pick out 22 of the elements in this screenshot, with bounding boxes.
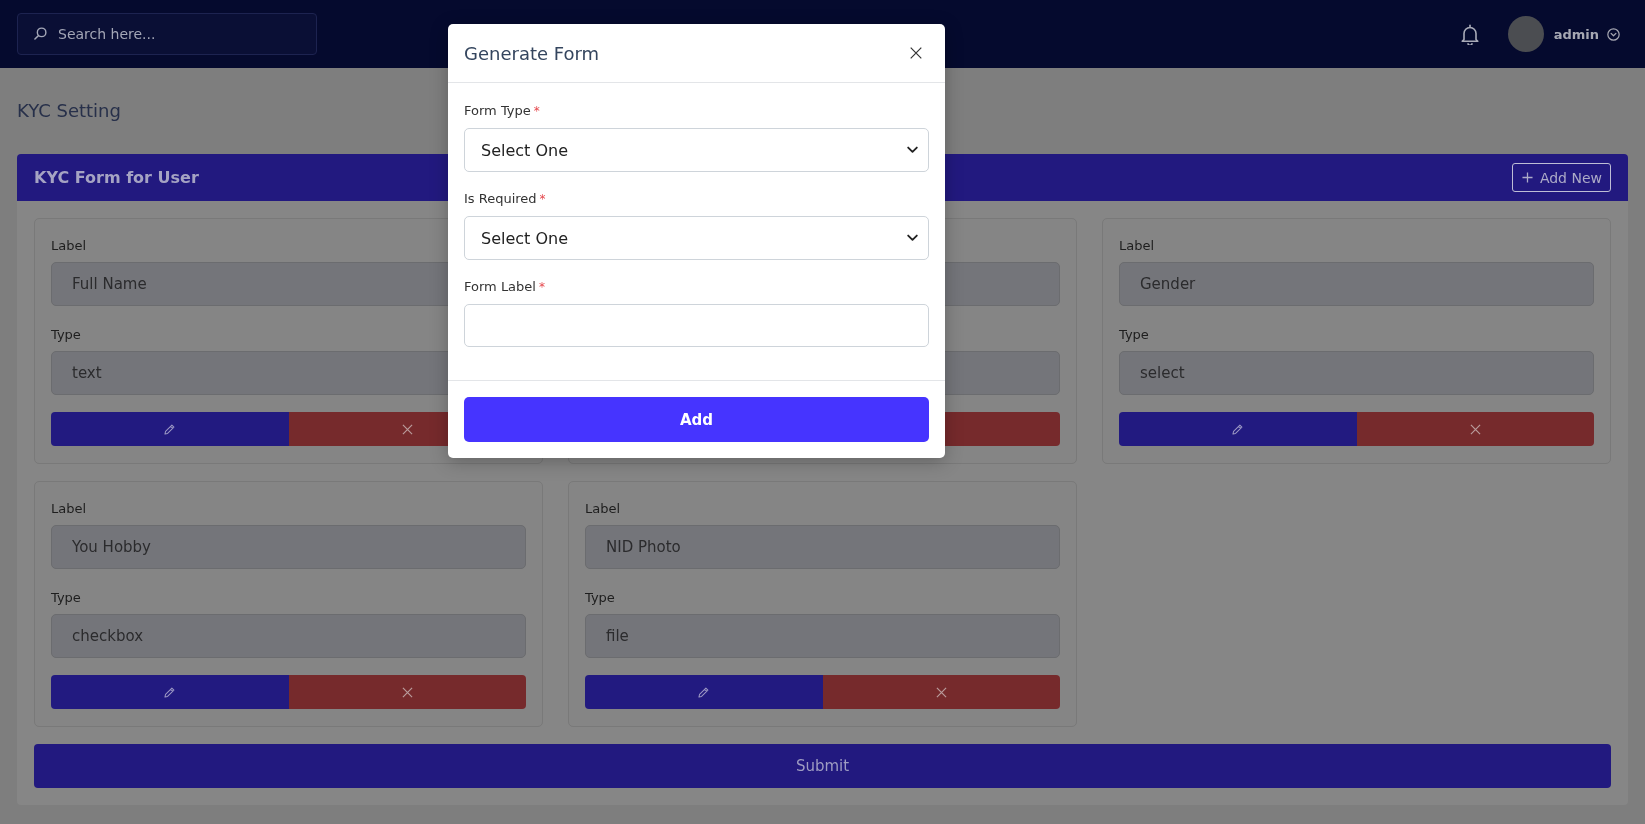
field-caption: Label (585, 500, 621, 518)
field-label: Is Required (464, 190, 537, 208)
field-caption: Label (1119, 237, 1155, 255)
label-field: You Hobby (51, 525, 526, 569)
required-mark: * (539, 191, 546, 208)
field-caption: Type (585, 589, 615, 607)
label-field: NID Photo (585, 525, 1060, 569)
type-field: select (1119, 351, 1594, 395)
field-caption: Type (51, 326, 81, 344)
field-caption: Type (51, 589, 81, 607)
field-label: Form Type (464, 102, 531, 120)
panel-title: KYC Form for User (34, 168, 199, 187)
required-mark: * (533, 103, 540, 120)
label-field: Gender (1119, 262, 1594, 306)
field-caption: Type (1119, 326, 1149, 344)
required-mark: * (538, 279, 545, 296)
page-title: KYC Setting (17, 100, 121, 122)
type-field: checkbox (51, 614, 526, 658)
field-caption: Label (51, 237, 87, 255)
field-caption: Label (51, 500, 87, 518)
type-field: file (585, 614, 1060, 658)
modal-title: Generate Form (464, 42, 600, 64)
